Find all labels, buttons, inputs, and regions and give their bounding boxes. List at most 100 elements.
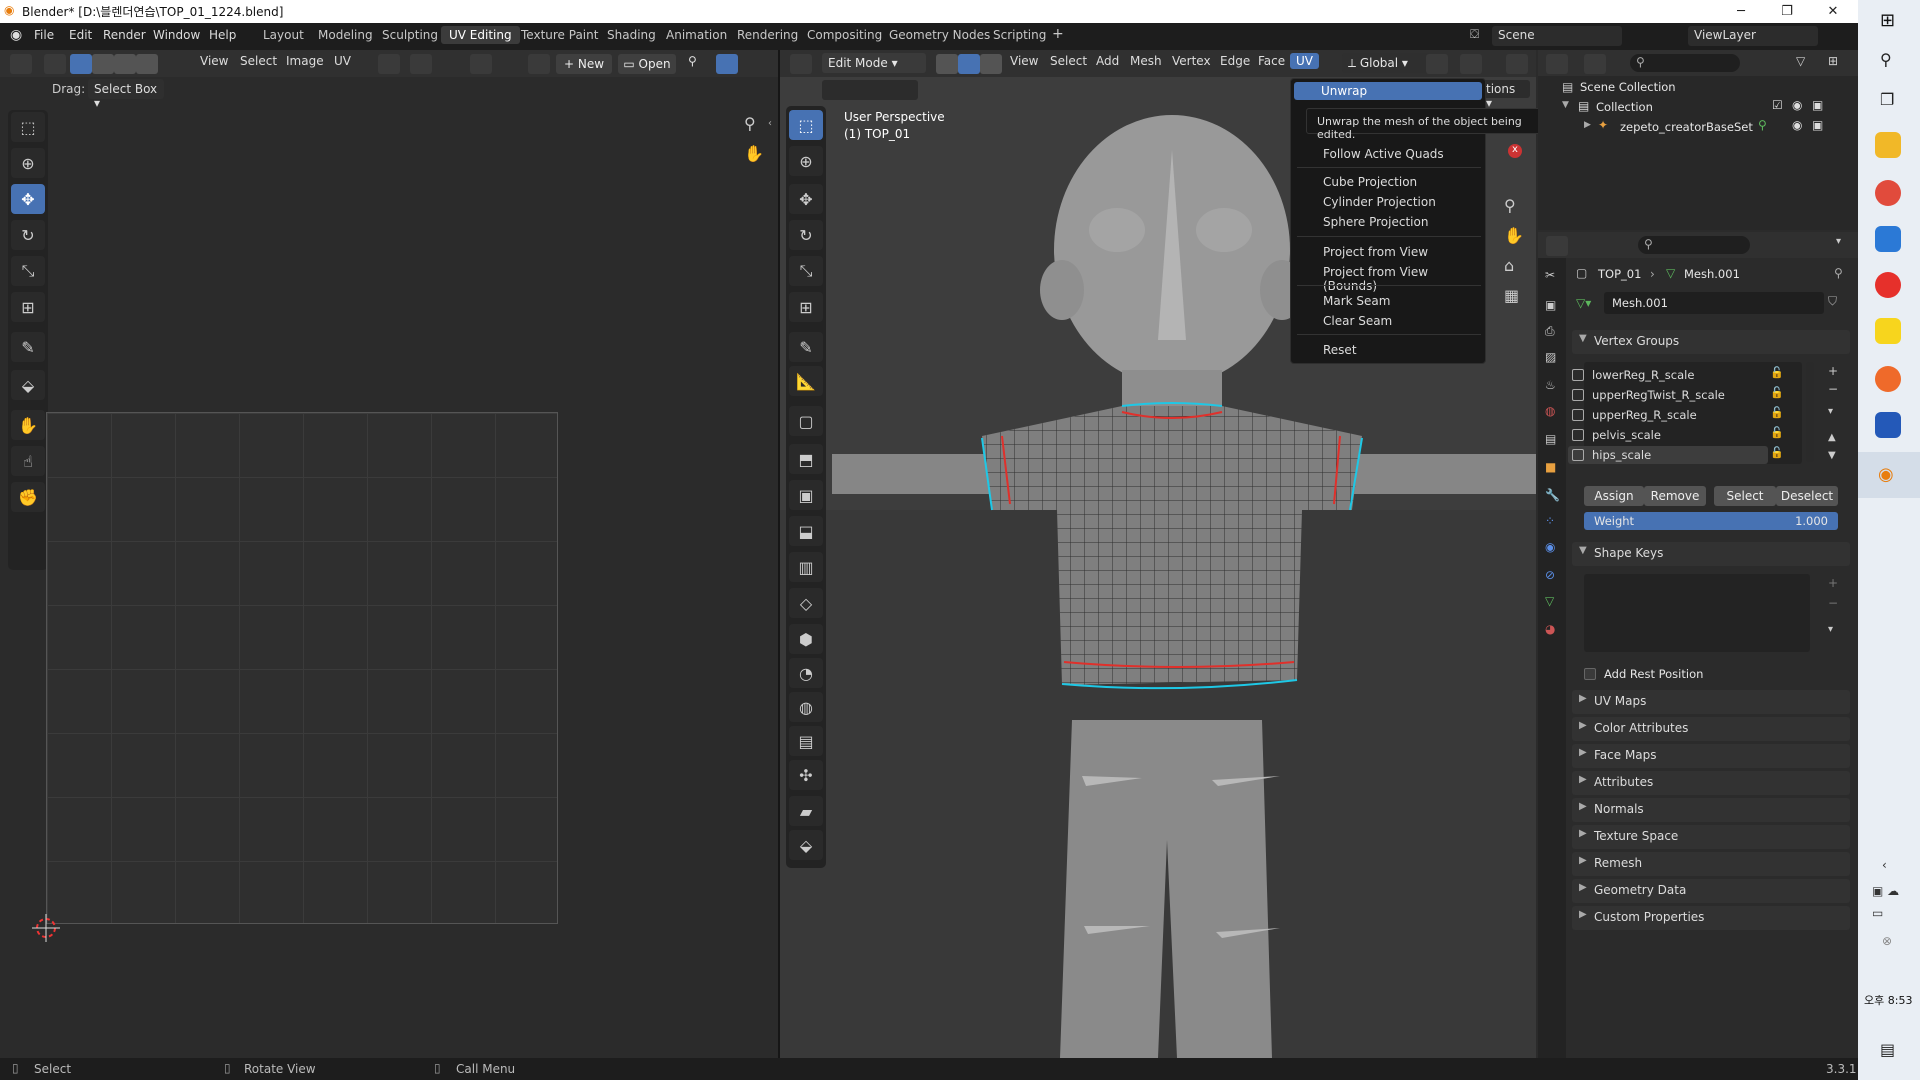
- material-tab-icon[interactable]: ◕: [1545, 622, 1555, 636]
- cursor-tool-icon[interactable]: ⊕: [11, 148, 45, 178]
- menu-item-cylinder-projection[interactable]: Cylinder Projection: [1323, 195, 1436, 209]
- image-browse-icon[interactable]: [528, 54, 550, 74]
- rotate-tool-icon[interactable]: ↻: [11, 220, 45, 250]
- shape-keys-list[interactable]: [1584, 574, 1810, 652]
- texture-space-panel-header[interactable]: ▶ Texture Space: [1572, 825, 1850, 849]
- collection-tab-icon[interactable]: ▤: [1545, 432, 1556, 446]
- vertex-group-item[interactable]: upperReg_R_scale: [1568, 406, 1768, 424]
- scene-selector[interactable]: Scene: [1492, 26, 1622, 46]
- tab-animation[interactable]: Animation: [666, 28, 727, 42]
- color-attributes-panel-header[interactable]: ▶ Color Attributes: [1572, 717, 1850, 741]
- new-collection-icon[interactable]: ⊞: [1828, 54, 1838, 68]
- object-render-camera-icon[interactable]: ▣: [1812, 118, 1823, 132]
- vp-measure-icon[interactable]: 📐: [789, 366, 823, 396]
- tab-rendering[interactable]: Rendering: [737, 28, 798, 42]
- object-expand-icon[interactable]: ▶: [1584, 120, 1591, 130]
- vp-menu-mesh[interactable]: Mesh: [1130, 54, 1162, 68]
- world-tab-icon[interactable]: ◍: [1545, 404, 1555, 418]
- vp-poly-build-icon[interactable]: ⬢: [789, 624, 823, 654]
- drag-select-dropdown[interactable]: Select Box ▾: [88, 79, 164, 110]
- add-workspace-icon[interactable]: +: [1052, 26, 1064, 42]
- collection-expand-icon[interactable]: ▼: [1562, 100, 1569, 110]
- face-maps-panel-header[interactable]: ▶ Face Maps: [1572, 744, 1850, 768]
- scene-collection-label[interactable]: Scene Collection: [1580, 80, 1676, 94]
- snap-icon[interactable]: [410, 54, 432, 74]
- tab-geometry-nodes[interactable]: Geometry Nodes: [889, 28, 990, 42]
- view-layer-tab-icon[interactable]: ▨: [1545, 350, 1556, 364]
- grab-tool-icon[interactable]: ✋: [11, 410, 45, 440]
- minimize-button[interactable]: ─: [1718, 0, 1764, 23]
- custom-properties-panel-header[interactable]: ▶ Custom Properties: [1572, 906, 1850, 930]
- mode-dropdown[interactable]: Edit Mode ▾: [822, 53, 926, 73]
- vp-menu-face[interactable]: Face: [1258, 54, 1285, 68]
- new-image-button[interactable]: + New: [556, 54, 612, 74]
- object-label[interactable]: zepeto_creatorBaseSet: [1620, 120, 1753, 134]
- vertex-group-item[interactable]: lowerReg_R_scale: [1568, 366, 1768, 384]
- vertex-group-item[interactable]: upperRegTwist_R_scale: [1568, 386, 1768, 404]
- list-scrollbar[interactable]: [1806, 362, 1814, 462]
- properties-search-input[interactable]: ⚲: [1638, 236, 1750, 254]
- scale-tool-icon[interactable]: ⤡: [11, 256, 45, 286]
- weight-slider[interactable]: Weight 1.000: [1584, 512, 1838, 530]
- vp-cursor-icon[interactable]: ⊕: [789, 146, 823, 176]
- menu-file[interactable]: File: [32, 28, 56, 42]
- select-box-tool-icon[interactable]: ⬚: [11, 112, 45, 142]
- face-mode-icon[interactable]: [980, 54, 1002, 74]
- particles-tab-icon[interactable]: ⁘: [1545, 514, 1555, 528]
- geometry-data-panel-header[interactable]: ▶ Geometry Data: [1572, 879, 1850, 903]
- vertex-group-item-active[interactable]: hips_scale: [1568, 446, 1768, 464]
- island-select-icon[interactable]: [136, 54, 158, 74]
- tray-close-circle-icon[interactable]: ⊗: [1882, 934, 1892, 948]
- remove-group-minus-icon[interactable]: −: [1828, 382, 1838, 396]
- calculator-icon[interactable]: [1875, 226, 1901, 252]
- viewport-editor-type-icon[interactable]: [790, 54, 812, 74]
- uv-maps-panel-header[interactable]: ▶ UV Maps: [1572, 690, 1850, 714]
- tab-scripting[interactable]: Scripting: [993, 28, 1046, 42]
- tab-layout[interactable]: Layout: [263, 28, 304, 42]
- outliner-editor-type-icon[interactable]: [1546, 54, 1568, 74]
- windows-start-icon[interactable]: ⊞: [1880, 10, 1895, 31]
- collection-checkbox-icon[interactable]: ☑: [1772, 98, 1783, 112]
- vp-shrink-icon[interactable]: ✣: [789, 760, 823, 790]
- tab-modeling[interactable]: Modeling: [318, 28, 373, 42]
- filter-icon[interactable]: ▽: [1796, 54, 1805, 68]
- uv-menu-image[interactable]: Image: [286, 54, 324, 68]
- vp-select-box-icon[interactable]: ⬚: [789, 110, 823, 140]
- pan-hand-icon[interactable]: ✋: [744, 144, 764, 163]
- group-specials-chevron-icon[interactable]: ▾: [1828, 406, 1833, 417]
- proportional-icon[interactable]: [1506, 54, 1528, 74]
- view-layer-selector[interactable]: ViewLayer: [1688, 26, 1818, 46]
- uv-menu-select[interactable]: Select: [240, 54, 277, 68]
- orientation-dropdown[interactable]: ⟂ Global ▾: [1342, 53, 1430, 73]
- scene-tab-icon[interactable]: ♨: [1545, 378, 1556, 392]
- render-tab-icon[interactable]: ▣: [1545, 298, 1556, 312]
- menu-item-project-from-view[interactable]: Project from View: [1323, 245, 1428, 259]
- tool-tab-icon[interactable]: ✂: [1545, 268, 1555, 282]
- vertex-select-icon[interactable]: [70, 54, 92, 74]
- word-icon[interactable]: [1875, 412, 1901, 438]
- tray-display-icon[interactable]: ▭: [1872, 906, 1883, 920]
- vp-menu-vertex[interactable]: Vertex: [1172, 54, 1211, 68]
- tab-uv-editing[interactable]: UV Editing: [441, 26, 520, 44]
- vp-rotate-icon[interactable]: ↻: [789, 220, 823, 250]
- tab-shading[interactable]: Shading: [607, 28, 656, 42]
- scene-icon[interactable]: ⛋: [1470, 27, 1479, 42]
- tray-icons[interactable]: ▣ ☁: [1872, 884, 1899, 898]
- remesh-panel-header[interactable]: ▶ Remesh: [1572, 852, 1850, 876]
- pivot-icon[interactable]: [378, 54, 400, 74]
- move-tool-icon[interactable]: ✥: [11, 184, 45, 214]
- vp-inset-icon[interactable]: ▣: [789, 480, 823, 510]
- relax-tool-icon[interactable]: ☝: [11, 446, 45, 476]
- chrome-icon[interactable]: [1875, 180, 1901, 206]
- zoom-icon[interactable]: ⚲: [744, 114, 756, 133]
- vp-menu-view[interactable]: View: [1010, 54, 1038, 68]
- vp-scale-icon[interactable]: ⤡: [789, 256, 823, 286]
- object-tab-icon[interactable]: ■: [1545, 460, 1556, 474]
- vp-shear-icon[interactable]: ▰: [789, 796, 823, 826]
- output-tab-icon[interactable]: ⎙: [1545, 324, 1555, 339]
- menu-render[interactable]: Render: [101, 28, 148, 42]
- tab-texture-paint[interactable]: Texture Paint: [521, 28, 598, 42]
- deselect-button[interactable]: Deselect: [1776, 486, 1838, 506]
- constraints-tab-icon[interactable]: ⊘: [1545, 568, 1555, 582]
- transform-tool-icon[interactable]: ⊞: [11, 292, 45, 322]
